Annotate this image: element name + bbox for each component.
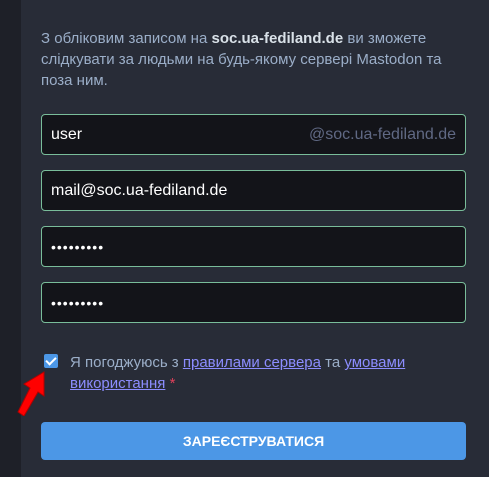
agreement-prefix: Я погоджуюсь з <box>70 354 183 371</box>
password-confirm-value: ••••••••• <box>51 294 105 311</box>
agreement-checkbox[interactable] <box>44 354 58 368</box>
intro-text-before: З обліковим записом на <box>41 30 212 47</box>
password-value: ••••••••• <box>51 238 105 255</box>
username-field[interactable]: user @soc.ua-fediland.de <box>41 114 466 155</box>
required-mark: * <box>169 375 176 392</box>
agreement-middle: та <box>320 354 345 371</box>
annotation-arrow-icon <box>17 371 45 416</box>
intro-server-name: soc.ua-fediland.de <box>211 30 344 47</box>
server-rules-link[interactable]: правилами сервера <box>183 354 321 371</box>
agreement-text: Я погоджуюсь з правилами сервера та умов… <box>70 352 444 394</box>
email-value: mail@soc.ua-fediland.de <box>51 181 228 199</box>
username-value: user <box>51 125 83 143</box>
intro-text: З обліковим записом на soc.ua-fediland.d… <box>41 28 471 91</box>
email-field[interactable]: mail@soc.ua-fediland.de <box>41 170 466 211</box>
agreement-row: Я погоджуюсь з правилами сервера та умов… <box>44 352 444 394</box>
register-button[interactable]: ЗАРЕЄСТРУВАТИСЯ <box>41 422 466 460</box>
password-confirm-field[interactable]: ••••••••• <box>41 282 466 323</box>
username-domain-suffix: @soc.ua-fediland.de <box>309 125 456 143</box>
password-field[interactable]: ••••••••• <box>41 226 466 267</box>
